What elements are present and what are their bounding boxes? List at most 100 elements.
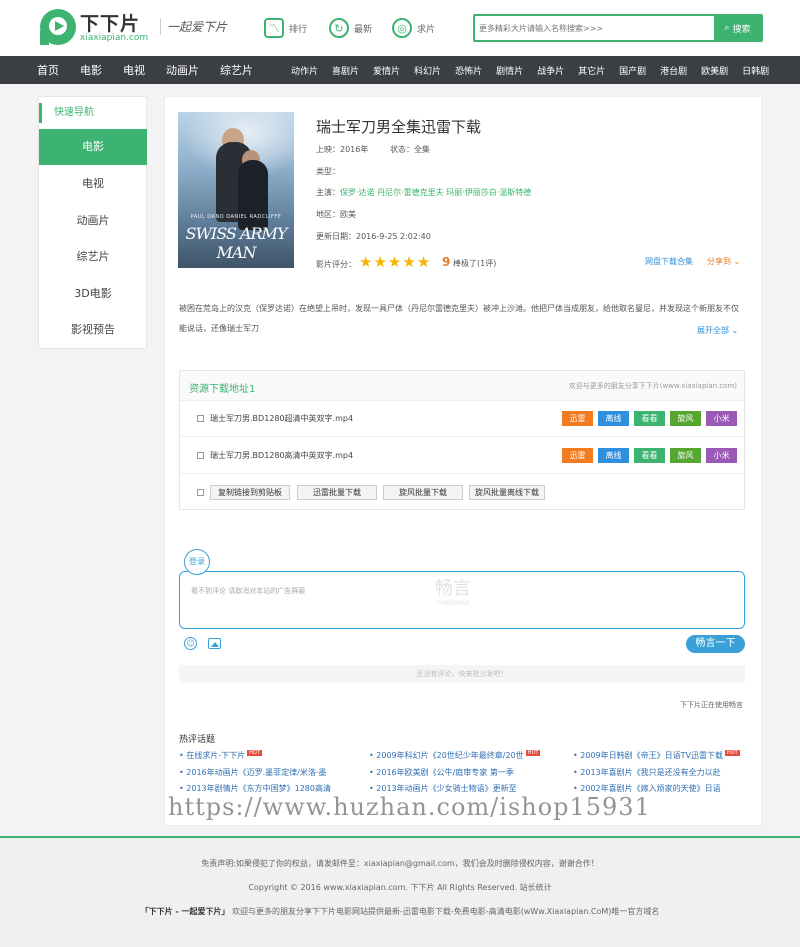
- nav-movie[interactable]: 电影: [80, 62, 102, 78]
- nav-cat-action[interactable]: 动作片: [291, 64, 318, 77]
- changyan-watermark-en: CHANGYAN: [436, 600, 470, 607]
- hot-topic-item[interactable]: • 2009年科幻片《20世纪少年最终章/20世 HOT: [369, 750, 541, 761]
- download-row: 瑞士军刀男.BD1280高清中英双字.mp4 迅雷 离线 看看 旋风 小米: [180, 438, 744, 474]
- xuanfeng-offline-button[interactable]: 旋风批量离线下载: [469, 485, 545, 500]
- tag-xunlei[interactable]: 迅雷: [562, 448, 593, 463]
- nav-cat-comedy[interactable]: 喜剧片: [332, 64, 359, 77]
- type-label: 类型：: [316, 167, 340, 176]
- nav-cat-western[interactable]: 欧美剧: [701, 64, 728, 77]
- expand-button[interactable]: 展开全部 ⌄: [697, 325, 738, 336]
- tag-kankan[interactable]: 看看: [634, 448, 665, 463]
- tag-offline[interactable]: 离线: [598, 448, 629, 463]
- sidebar-item-variety[interactable]: 综艺片: [39, 239, 147, 275]
- poster-title: SWISS ARMY MAN: [185, 224, 288, 262]
- hot-topic-item[interactable]: • 2013年喜剧片《我只是还没有全力以赴: [573, 767, 721, 778]
- movie-poster[interactable]: PAUL DANO DANIEL RADCLIFFE SWISS ARMY MA…: [178, 112, 294, 268]
- site-logo[interactable]: 下下片 xiaxiapian.com: [40, 9, 152, 47]
- sidebar-item-tv[interactable]: 电视: [39, 166, 147, 202]
- nav-variety[interactable]: 综艺片: [220, 62, 253, 78]
- footer-tagline-text: 欢迎与更多的朋友分享下下片电影网站提供最新-迅雷电影下载-免费电影-高清电影(w…: [232, 907, 660, 916]
- site-header: 下下片 xiaxiapian.com 一起爱下片 〽 排行 ↻ 最新 ◎ 求片 …: [0, 0, 800, 56]
- tag-xiaomi[interactable]: 小米: [706, 448, 737, 463]
- changyan-watermark: 畅言: [435, 578, 471, 599]
- site-footer: 免责声明:如果侵犯了你的权益，请发邮件至：xiaxiapian@gmail.co…: [0, 836, 800, 947]
- tag-offline[interactable]: 离线: [598, 411, 629, 426]
- nav-cat-jpkr[interactable]: 日韩剧: [742, 64, 769, 77]
- tag-kankan[interactable]: 看看: [634, 411, 665, 426]
- footer-brand: 「下下片 - 一起爱下片」: [140, 907, 230, 916]
- tag-xunlei[interactable]: 迅雷: [562, 411, 593, 426]
- star-icon[interactable]: ★: [417, 254, 430, 270]
- rating-text: 棒极了(1评): [453, 259, 497, 268]
- nav-anime[interactable]: 动画片: [166, 62, 199, 78]
- sidebar-item-3d[interactable]: 3D电影: [39, 276, 147, 312]
- hot-topic-item[interactable]: • 2016年欧美剧《公牛/庭审专家 第一季: [369, 767, 514, 778]
- search-input[interactable]: [479, 18, 715, 38]
- star-icon[interactable]: ★: [373, 254, 386, 270]
- share-button[interactable]: 分享到 ⌄: [707, 256, 740, 267]
- rating-stars[interactable]: ★ ★ ★ ★ ★: [359, 254, 430, 270]
- nav-cat-hktw[interactable]: 港台剧: [660, 64, 687, 77]
- comment-input[interactable]: 看不到评论 请取消对本站的广告屏蔽 畅言 CHANGYAN: [179, 571, 745, 629]
- status-label: 状态：: [390, 145, 414, 154]
- main-nav-links: 首页 电影 电视 动画片 综艺片: [37, 56, 274, 84]
- hot-topic-text: 2013年剧情片《东方中国梦》1280高清: [186, 784, 331, 793]
- nav-cat-horror[interactable]: 恐怖片: [455, 64, 482, 77]
- search-box: ⌕ 搜索: [473, 14, 763, 42]
- cast-label: 主演：: [316, 188, 340, 197]
- login-button[interactable]: 登录: [184, 549, 210, 575]
- star-icon[interactable]: ★: [359, 254, 372, 270]
- nav-latest[interactable]: ↻ 最新: [329, 16, 372, 40]
- download-tags: 迅雷 离线 看看 旋风 小米: [562, 411, 737, 426]
- search-button[interactable]: ⌕ 搜索: [714, 16, 761, 40]
- play-logo-icon: [40, 9, 76, 45]
- type-info: 类型：: [316, 166, 340, 177]
- select-all-checkbox[interactable]: [197, 489, 204, 496]
- region-label: 地区：: [316, 210, 340, 219]
- tag-xuanfeng[interactable]: 旋风: [670, 448, 701, 463]
- sidebar-item-anime[interactable]: 动画片: [39, 203, 147, 239]
- nav-cat-scifi[interactable]: 科幻片: [414, 64, 441, 77]
- copy-links-button[interactable]: 复制链接到剪贴板: [210, 485, 290, 500]
- nav-cat-war[interactable]: 战争片: [537, 64, 564, 77]
- hot-topic-text: 2002年喜剧片《嫁入烦家的天使》日语: [580, 784, 721, 793]
- hot-topic-item[interactable]: • 2009年日韩剧《帝王》日语TV迅雷下载 HOT: [573, 750, 740, 761]
- nav-home[interactable]: 首页: [37, 62, 59, 78]
- post-comment-button[interactable]: 畅言一下: [686, 635, 745, 653]
- image-icon[interactable]: [208, 638, 221, 649]
- star-icon[interactable]: ★: [402, 254, 415, 270]
- signal-icon: ◎: [392, 18, 412, 38]
- footer-disclaimer: 免责声明:如果侵犯了你的权益，请发邮件至：xiaxiapian@gmail.co…: [201, 859, 599, 868]
- hot-topic-item[interactable]: • 2016年动画片《迈罗.墨菲定律/米洛·墨: [179, 767, 326, 778]
- nav-cat-drama[interactable]: 剧情片: [496, 64, 523, 77]
- nav-cat-domestic[interactable]: 国产剧: [619, 64, 646, 77]
- hot-topic-text: 2013年动画片《少女骑士物语》更新至: [376, 784, 517, 793]
- hot-topic-item[interactable]: • 在线求片-下下片 HOT: [179, 750, 262, 761]
- row-checkbox[interactable]: [197, 452, 204, 459]
- chart-icon: 〽: [264, 18, 284, 38]
- sidebar-item-movie[interactable]: 电影: [39, 129, 147, 165]
- nav-cat-romance[interactable]: 爱情片: [373, 64, 400, 77]
- no-comment-notice: 还没有评论，快来抢沙发吧！: [179, 665, 745, 683]
- tag-xuanfeng[interactable]: 旋风: [670, 411, 701, 426]
- cast-links[interactable]: 保罗·达诺 丹尼尔·雷德克里夫 玛丽·伊丽莎白·温斯特德: [340, 188, 531, 197]
- nav-tv[interactable]: 电视: [123, 62, 145, 78]
- netdisk-link[interactable]: 网盘下载合集: [645, 256, 693, 267]
- xunlei-batch-button[interactable]: 迅雷批量下载: [297, 485, 377, 500]
- xuanfeng-batch-button[interactable]: 旋风批量下载: [383, 485, 463, 500]
- sidebar-item-trailer[interactable]: 影视预告: [39, 312, 147, 348]
- emoji-icon[interactable]: ☺: [184, 637, 197, 650]
- nav-cat-other[interactable]: 其它片: [578, 64, 605, 77]
- comment-placeholder: 看不到评论 请取消对本站的广告屏蔽: [191, 587, 306, 595]
- nav-request[interactable]: ◎ 求片: [392, 16, 435, 40]
- poster-cast: PAUL DANO DANIEL RADCLIFFE: [190, 214, 282, 220]
- movie-description: 被困在荒岛上的汉克（保罗达诺）在绝望上吊时，发现一具尸体（丹尼尔雷德克里夫）被冲…: [179, 304, 739, 333]
- nav-ranking-label: 排行: [289, 24, 308, 35]
- star-icon[interactable]: ★: [388, 254, 401, 270]
- download-filename[interactable]: 瑞士军刀男.BD1280超清中英双字.mp4: [210, 413, 353, 424]
- tag-xiaomi[interactable]: 小米: [706, 411, 737, 426]
- hot-badge: HOT: [724, 750, 740, 756]
- download-filename[interactable]: 瑞士军刀男.BD1280高清中英双字.mp4: [210, 450, 353, 461]
- row-checkbox[interactable]: [197, 415, 204, 422]
- nav-ranking[interactable]: 〽 排行: [264, 16, 307, 40]
